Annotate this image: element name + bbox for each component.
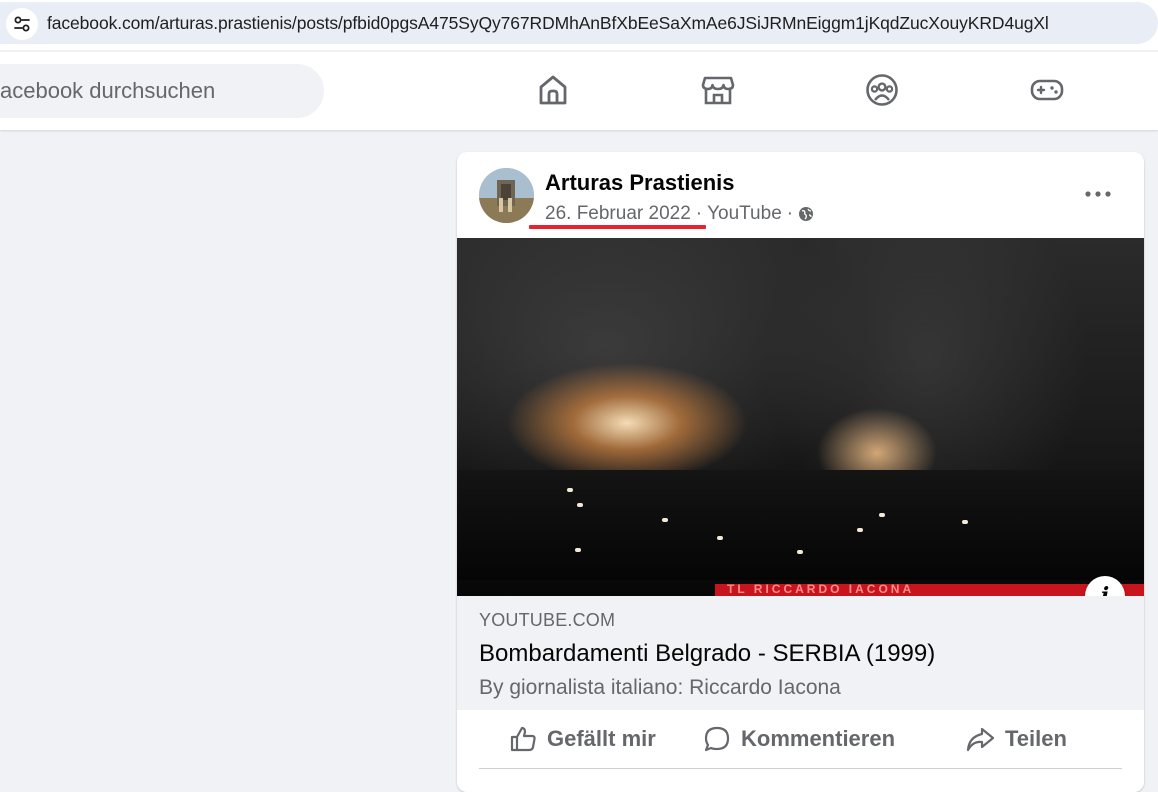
like-label: Gefällt mir: [547, 726, 656, 751]
like-button[interactable]: Gefällt mir: [509, 710, 656, 768]
meta-separator: ·: [786, 203, 794, 224]
avatar[interactable]: [479, 168, 534, 223]
link-domain: YOUTUBE.COM: [479, 610, 616, 630]
video-thumbnail[interactable]: TL RICCARDO IACONA: [457, 238, 1144, 596]
groups-icon[interactable]: [862, 70, 902, 110]
home-icon[interactable]: [533, 70, 573, 110]
comment-label: Kommentieren: [741, 726, 896, 751]
video-city-silhouette: [457, 470, 1144, 580]
video-light: [662, 518, 668, 522]
video-light: [577, 503, 583, 507]
post-actions: Gefällt mir Kommentieren Teilen: [479, 710, 1122, 769]
author-name[interactable]: Arturas Prastienis: [545, 170, 735, 196]
video-light: [797, 550, 803, 554]
post-meta: 26. Februar 2022 · YouTube ·: [545, 203, 814, 225]
search-box[interactable]: [0, 64, 324, 118]
url-text[interactable]: facebook.com/arturas.prastienis/posts/pf…: [47, 13, 1049, 34]
post-date[interactable]: 26. Februar 2022: [545, 203, 691, 225]
share-button[interactable]: Teilen: [965, 710, 1067, 768]
video-light: [575, 548, 581, 552]
tune-icon[interactable]: [6, 8, 38, 40]
share-icon: [966, 727, 995, 752]
date-annotation-underline: [529, 225, 706, 229]
marketplace-icon[interactable]: [698, 70, 738, 110]
video-light: [717, 536, 723, 540]
link-title[interactable]: Bombardamenti Belgrado - SERBIA (1999): [479, 640, 935, 668]
video-light: [879, 513, 885, 517]
like-icon: [510, 726, 536, 752]
link-description: By giornalista italiano: Riccardo Iacona: [479, 676, 841, 699]
post-source: YouTube: [707, 203, 782, 224]
video-light: [962, 520, 968, 524]
share-label: Teilen: [1005, 726, 1067, 751]
post-card: Arturas Prastienis 26. Februar 2022 · Yo…: [457, 152, 1144, 792]
meta-separator: ·: [695, 203, 703, 224]
video-light: [857, 528, 863, 532]
more-options-icon[interactable]: [1078, 184, 1118, 204]
video-ticker-text: TL RICCARDO IACONA: [727, 582, 915, 596]
search-input[interactable]: [0, 64, 300, 118]
browser-toolbar: facebook.com/arturas.prastienis/posts/pf…: [0, 0, 1158, 50]
globe-icon[interactable]: [798, 206, 814, 222]
comment-button[interactable]: Kommentieren: [703, 710, 895, 768]
gaming-icon[interactable]: [1027, 70, 1067, 110]
comment-icon: [704, 726, 730, 752]
facebook-header: [0, 52, 1158, 130]
link-preview[interactable]: YOUTUBE.COM Bombardamenti Belgrado - SER…: [457, 596, 1144, 710]
video-light: [567, 488, 573, 492]
address-bar[interactable]: facebook.com/arturas.prastienis/posts/pf…: [0, 2, 1158, 44]
